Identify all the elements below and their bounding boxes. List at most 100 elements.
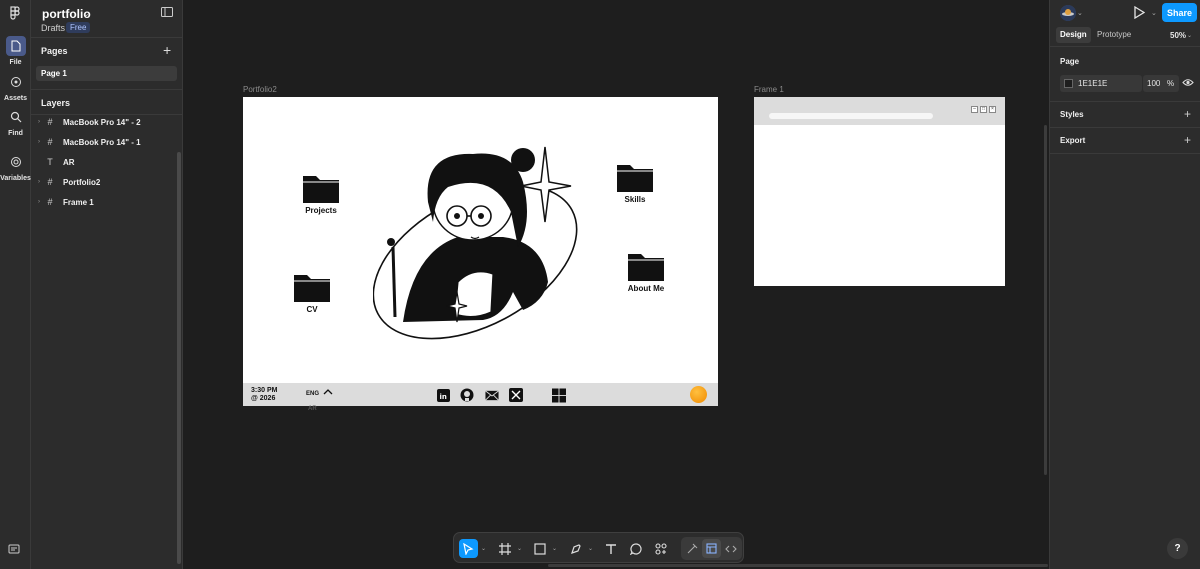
frame-label[interactable]: Portfolio2 (243, 85, 277, 94)
divider (1050, 127, 1200, 128)
layout-icon (706, 543, 717, 554)
color-swatch[interactable] (1064, 79, 1073, 88)
caret-right-icon[interactable]: › (35, 119, 43, 125)
page-section-title: Page (1060, 57, 1080, 66)
chevron-down-icon[interactable]: ⌄ (1187, 32, 1192, 39)
design-mode[interactable] (702, 539, 721, 558)
rail-label: Find (8, 130, 23, 137)
sidebar-toggle-icon[interactable] (161, 7, 173, 17)
layers-title: Layers (41, 98, 71, 108)
canvas-scrollbar-horizontal[interactable] (548, 564, 1048, 567)
folder-about-me[interactable]: About Me (627, 250, 665, 293)
keyboard-icon[interactable] (8, 544, 20, 554)
canvas[interactable]: Portfolio2 Projects Skills CV About Me 3… (183, 0, 1049, 569)
layer-row[interactable]: › # MacBook Pro 14" - 2 (35, 114, 179, 130)
layer-name: AR (63, 157, 75, 167)
ar-text-layer[interactable]: AR (308, 406, 317, 412)
tab-design[interactable]: Design (1056, 27, 1091, 43)
maximize-icon[interactable]: □ (980, 106, 987, 113)
close-icon[interactable]: × (989, 106, 996, 113)
chevron-down-icon[interactable]: ⌄ (552, 545, 557, 552)
linkedin-icon[interactable]: in (436, 388, 450, 402)
present-play-icon[interactable] (1133, 6, 1145, 19)
caret-right-icon[interactable]: › (35, 199, 43, 205)
language-indicator[interactable]: ENG (306, 391, 319, 397)
pen-icon (570, 543, 581, 554)
avatar[interactable] (1060, 5, 1076, 21)
move-tool[interactable] (459, 539, 478, 558)
rail-item-find[interactable]: Find (3, 107, 28, 137)
draw-mode[interactable] (683, 539, 702, 558)
avatar-orb[interactable] (690, 386, 707, 403)
folder-cv[interactable]: CV (293, 271, 331, 314)
background-color-field[interactable]: 1E1E1E (1060, 75, 1142, 92)
add-export-icon[interactable]: + (1184, 134, 1191, 146)
color-hex-value[interactable]: 1E1E1E (1078, 79, 1107, 88)
tab-prototype[interactable]: Prototype (1093, 27, 1135, 43)
chevron-down-icon[interactable]: ⌄ (83, 9, 90, 18)
chevron-up-icon[interactable] (323, 388, 333, 396)
rail-item-file[interactable]: File (3, 36, 28, 66)
x-twitter-icon[interactable] (509, 388, 523, 402)
portfolio-frame[interactable]: Projects Skills CV About Me 3:30 PM @ 20… (243, 97, 718, 406)
layer-row[interactable]: › # MacBook Pro 14" - 1 (35, 134, 179, 150)
character-illustration (373, 146, 578, 340)
actions-tool[interactable] (651, 539, 670, 558)
layer-row[interactable]: T AR (35, 154, 179, 170)
minimize-icon[interactable]: – (971, 106, 978, 113)
page-item[interactable]: Page 1 (36, 66, 177, 81)
zoom-level[interactable]: 50% (1170, 31, 1186, 40)
layers-scrollbar[interactable] (177, 152, 181, 564)
layer-row[interactable]: › # Portfolio2 (35, 174, 179, 190)
opacity-field[interactable]: 100 % (1143, 75, 1179, 92)
frame-tool[interactable] (495, 539, 514, 558)
code-icon (724, 545, 737, 552)
chevron-down-icon[interactable]: ⌄ (517, 545, 522, 552)
frame-icon: # (47, 177, 53, 187)
comment-icon (629, 542, 642, 555)
search-icon (10, 111, 21, 123)
canvas-scrollbar-vertical[interactable] (1044, 125, 1047, 475)
figma-logo-icon[interactable] (8, 6, 22, 20)
add-style-icon[interactable]: + (1184, 108, 1191, 120)
chevron-down-icon[interactable]: ⌄ (1151, 9, 1157, 17)
layer-name: Frame 1 (63, 197, 94, 207)
share-button[interactable]: Share (1162, 3, 1197, 22)
help-button[interactable]: ? (1167, 538, 1188, 559)
folder-skills[interactable]: Skills (616, 161, 654, 204)
project-location[interactable]: Drafts (41, 23, 65, 33)
frame-1[interactable]: – □ × (754, 97, 1005, 286)
rail-item-variables[interactable]: Variables (0, 152, 31, 182)
rail-item-assets[interactable]: Assets (3, 72, 28, 102)
dev-mode[interactable] (721, 539, 740, 558)
pen-tool[interactable] (566, 539, 585, 558)
caret-right-icon[interactable]: › (35, 139, 43, 145)
caret-right-icon[interactable]: › (35, 179, 43, 185)
mode-switcher (681, 537, 742, 560)
chevron-down-icon[interactable]: ⌄ (481, 545, 486, 552)
styles-title: Styles (1060, 110, 1084, 119)
comment-tool[interactable] (626, 539, 645, 558)
eye-icon[interactable] (1182, 78, 1194, 87)
github-icon[interactable] (460, 388, 474, 402)
windows-start-icon[interactable] (552, 388, 566, 402)
opacity-value[interactable]: 100 (1147, 79, 1160, 88)
browser-bar: – □ × (754, 97, 1005, 125)
add-page-icon[interactable]: + (163, 43, 171, 57)
shape-tool[interactable] (530, 539, 549, 558)
url-bar (769, 113, 933, 119)
folder-projects[interactable]: Projects (302, 172, 340, 215)
left-panel: portfolio ⌄ Drafts Free Pages + Page 1 L… (31, 0, 183, 569)
divider (31, 89, 183, 90)
chevron-down-icon[interactable]: ⌄ (588, 545, 593, 552)
text-tool[interactable] (601, 539, 620, 558)
layer-row[interactable]: › # Frame 1 (35, 194, 179, 210)
bottom-toolbar: ⌄ ⌄ ⌄ ⌄ (453, 532, 744, 563)
chevron-down-icon[interactable]: ⌄ (1077, 9, 1083, 17)
taskbar-clock: 3:30 PM @ 2026 (251, 387, 278, 402)
layer-name: MacBook Pro 14" - 1 (63, 137, 141, 147)
rail-label: File (9, 59, 22, 66)
frame-label[interactable]: Frame 1 (754, 85, 784, 94)
mail-icon[interactable] (485, 388, 499, 402)
text-layer-icon: T (47, 157, 53, 167)
